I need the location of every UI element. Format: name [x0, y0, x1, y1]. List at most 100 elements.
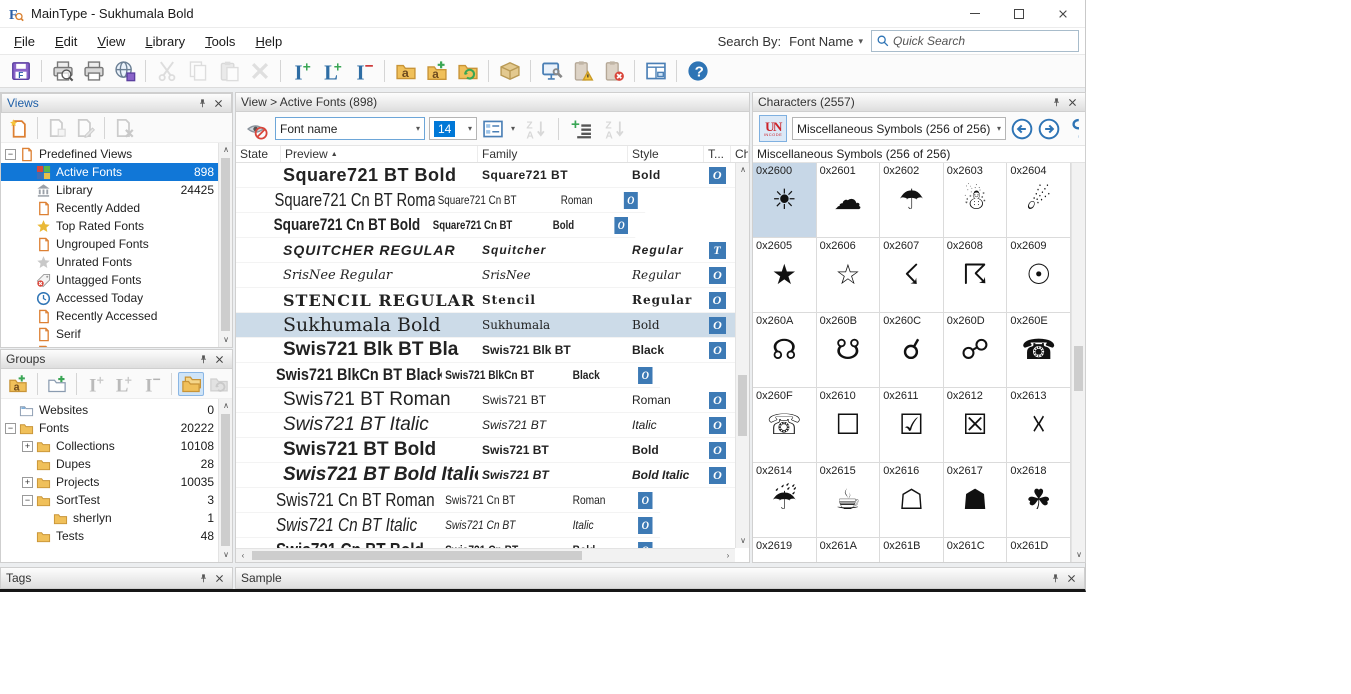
cut-button[interactable]	[152, 58, 181, 85]
tree-item[interactable]: Library 24425	[1, 181, 232, 199]
install-minus-button[interactable]	[349, 58, 378, 85]
copy-button[interactable]	[183, 58, 212, 85]
chevron-down-icon[interactable]: ▾	[511, 124, 515, 133]
pin-icon[interactable]	[1047, 570, 1063, 586]
layout-button[interactable]	[641, 58, 670, 85]
char-cell[interactable]: 0x2604 ☄	[1007, 163, 1071, 238]
minimize-button[interactable]	[953, 0, 997, 27]
menu-item[interactable]: Tools	[195, 30, 245, 53]
close-button[interactable]	[1041, 0, 1085, 27]
install-lib-plus-button[interactable]	[318, 58, 347, 85]
previous-block-button[interactable]	[1011, 118, 1033, 140]
sort-button[interactable]	[521, 115, 550, 142]
table-row[interactable]: Swis721 BlkCn BT Black Swis721 BlkCn BT …	[236, 363, 660, 388]
folders-button[interactable]	[178, 372, 204, 396]
tree-item[interactable]: sherlyn 1	[1, 509, 232, 527]
tree-item[interactable]: + Collections 10108	[1, 437, 232, 455]
scroll-down-icon[interactable]: ∨	[1072, 548, 1085, 562]
scrollbar-thumb[interactable]	[221, 414, 230, 546]
close-icon[interactable]	[1063, 570, 1079, 586]
char-cell[interactable]: 0x2618 ☘	[1007, 463, 1071, 538]
char-cell[interactable]: 0x2609 ☉	[1007, 238, 1071, 313]
char-cell[interactable]: 0x2610 ☐	[817, 388, 881, 463]
table-row[interactable]: SrisNee Regular SrisNee Regular O	[236, 263, 735, 288]
table-row[interactable]: Swis721 BT Roman Swis721 BT Roman O	[236, 388, 735, 413]
table-row[interactable]: Swis721 BT Bold Swis721 BT Bold O	[236, 438, 735, 463]
column-style[interactable]: Style	[628, 146, 704, 162]
char-cell[interactable]: 0x260D ☍	[944, 313, 1008, 388]
char-cell[interactable]: 0x260B ☋	[817, 313, 881, 388]
char-cell[interactable]: 0x2614 ☔	[753, 463, 817, 538]
print-preview-button[interactable]	[48, 58, 77, 85]
print-button[interactable]	[79, 58, 108, 85]
preview-visibility-button[interactable]	[242, 115, 271, 142]
unicode-mode-button[interactable]: UNINCODE	[759, 115, 787, 142]
maximize-button[interactable]	[997, 0, 1041, 27]
tree-item[interactable]: + Projects 10035	[1, 473, 232, 491]
tree-item[interactable]: Ungrouped Fonts	[1, 235, 232, 253]
char-cell[interactable]: 0x261B	[880, 538, 944, 562]
tree-item[interactable]: Accessed Today	[1, 289, 232, 307]
char-cell[interactable]: 0x2606 ☆	[817, 238, 881, 313]
quick-search-input[interactable]	[893, 34, 1074, 48]
group-add-a-button[interactable]	[422, 58, 451, 85]
table-row[interactable]: Swis721 BT Italic Swis721 BT Italic O	[236, 413, 735, 438]
help-button[interactable]	[683, 58, 712, 85]
table-row[interactable]: SQUITCHER REGULAR Squitcher Regular T	[236, 238, 735, 263]
paste-button[interactable]	[214, 58, 243, 85]
expander-icon[interactable]: −	[5, 149, 16, 160]
scroll-left-icon[interactable]: ‹	[236, 549, 250, 562]
close-icon[interactable]	[211, 351, 227, 367]
char-cell[interactable]: 0x260A ☊	[753, 313, 817, 388]
scroll-down-icon[interactable]: ∨	[219, 333, 232, 347]
char-cell[interactable]: 0x260E ☎	[1007, 313, 1071, 388]
char-cell[interactable]: 0x2608 ☈	[944, 238, 1008, 313]
table-row[interactable]: Swis721 BT Bold Italic Swis721 BT Bold I…	[236, 463, 735, 488]
unicode-block-dropdown[interactable]: Miscellaneous Symbols (256 of 256)▾	[792, 117, 1006, 140]
package-button[interactable]	[495, 58, 524, 85]
group-add-a-button[interactable]	[5, 372, 31, 396]
table-row[interactable]: Square721 Cn BT Roman Square721 Cn BT Ro…	[236, 188, 645, 213]
tree-item[interactable]: Top Rated Fonts	[1, 217, 232, 235]
char-cell[interactable]: 0x261C	[944, 538, 1008, 562]
menu-item[interactable]: Help	[245, 30, 292, 53]
tree-item[interactable]: Sans Serif	[1, 343, 232, 347]
char-cell[interactable]: 0x2615 ☕	[817, 463, 881, 538]
next-block-button[interactable]	[1038, 118, 1060, 140]
sort-button-2[interactable]	[600, 115, 629, 142]
scroll-page-button[interactable]	[44, 116, 70, 140]
menu-item[interactable]: Library	[135, 30, 195, 53]
folder-plus-button[interactable]	[44, 372, 70, 396]
save-button[interactable]	[6, 58, 35, 85]
scroll-edit-button[interactable]	[72, 116, 98, 140]
monitor-tools-button[interactable]	[537, 58, 566, 85]
group-a-button[interactable]	[391, 58, 420, 85]
close-icon[interactable]	[211, 570, 227, 586]
tree-item[interactable]: Dupes 28	[1, 455, 232, 473]
scroll-x-button[interactable]	[111, 116, 137, 140]
char-cell[interactable]: 0x2616 ☖	[880, 463, 944, 538]
close-icon[interactable]	[210, 95, 226, 111]
tree-item[interactable]: Recently Accessed	[1, 307, 232, 325]
close-icon[interactable]	[1064, 94, 1080, 110]
preview-text-combo[interactable]: Font name▾	[275, 117, 425, 140]
web-save-button[interactable]	[110, 58, 139, 85]
table-row[interactable]: Square721 BT Bold Square721 BT Bold O	[236, 163, 735, 188]
char-cell[interactable]: 0x2619	[753, 538, 817, 562]
search-mode-dropdown[interactable]: Font Name▾	[789, 34, 863, 49]
column-characters[interactable]: Cha	[731, 146, 749, 162]
scroll-right-icon[interactable]: ›	[721, 549, 735, 562]
scroll-up-icon[interactable]: ∧	[219, 399, 232, 413]
char-cell[interactable]: 0x2602 ☂	[880, 163, 944, 238]
char-cell[interactable]: 0x2617 ☗	[944, 463, 1008, 538]
char-cell[interactable]: 0x261A	[817, 538, 881, 562]
tree-item[interactable]: − Fonts 20222	[1, 419, 232, 437]
char-cell[interactable]: 0x260F ☏	[753, 388, 817, 463]
scroll-up-icon[interactable]: ∧	[736, 163, 749, 177]
table-row[interactable]: Swis721 Cn BT Roman Swis721 Cn BT Roman …	[236, 488, 660, 513]
scroll-new-button[interactable]	[5, 116, 31, 140]
tree-item[interactable]: − SortTest 3	[1, 491, 232, 509]
view-mode-button[interactable]	[481, 115, 505, 142]
char-cell[interactable]: 0x261D	[1007, 538, 1071, 562]
install-lib-plus-button[interactable]	[111, 372, 137, 396]
